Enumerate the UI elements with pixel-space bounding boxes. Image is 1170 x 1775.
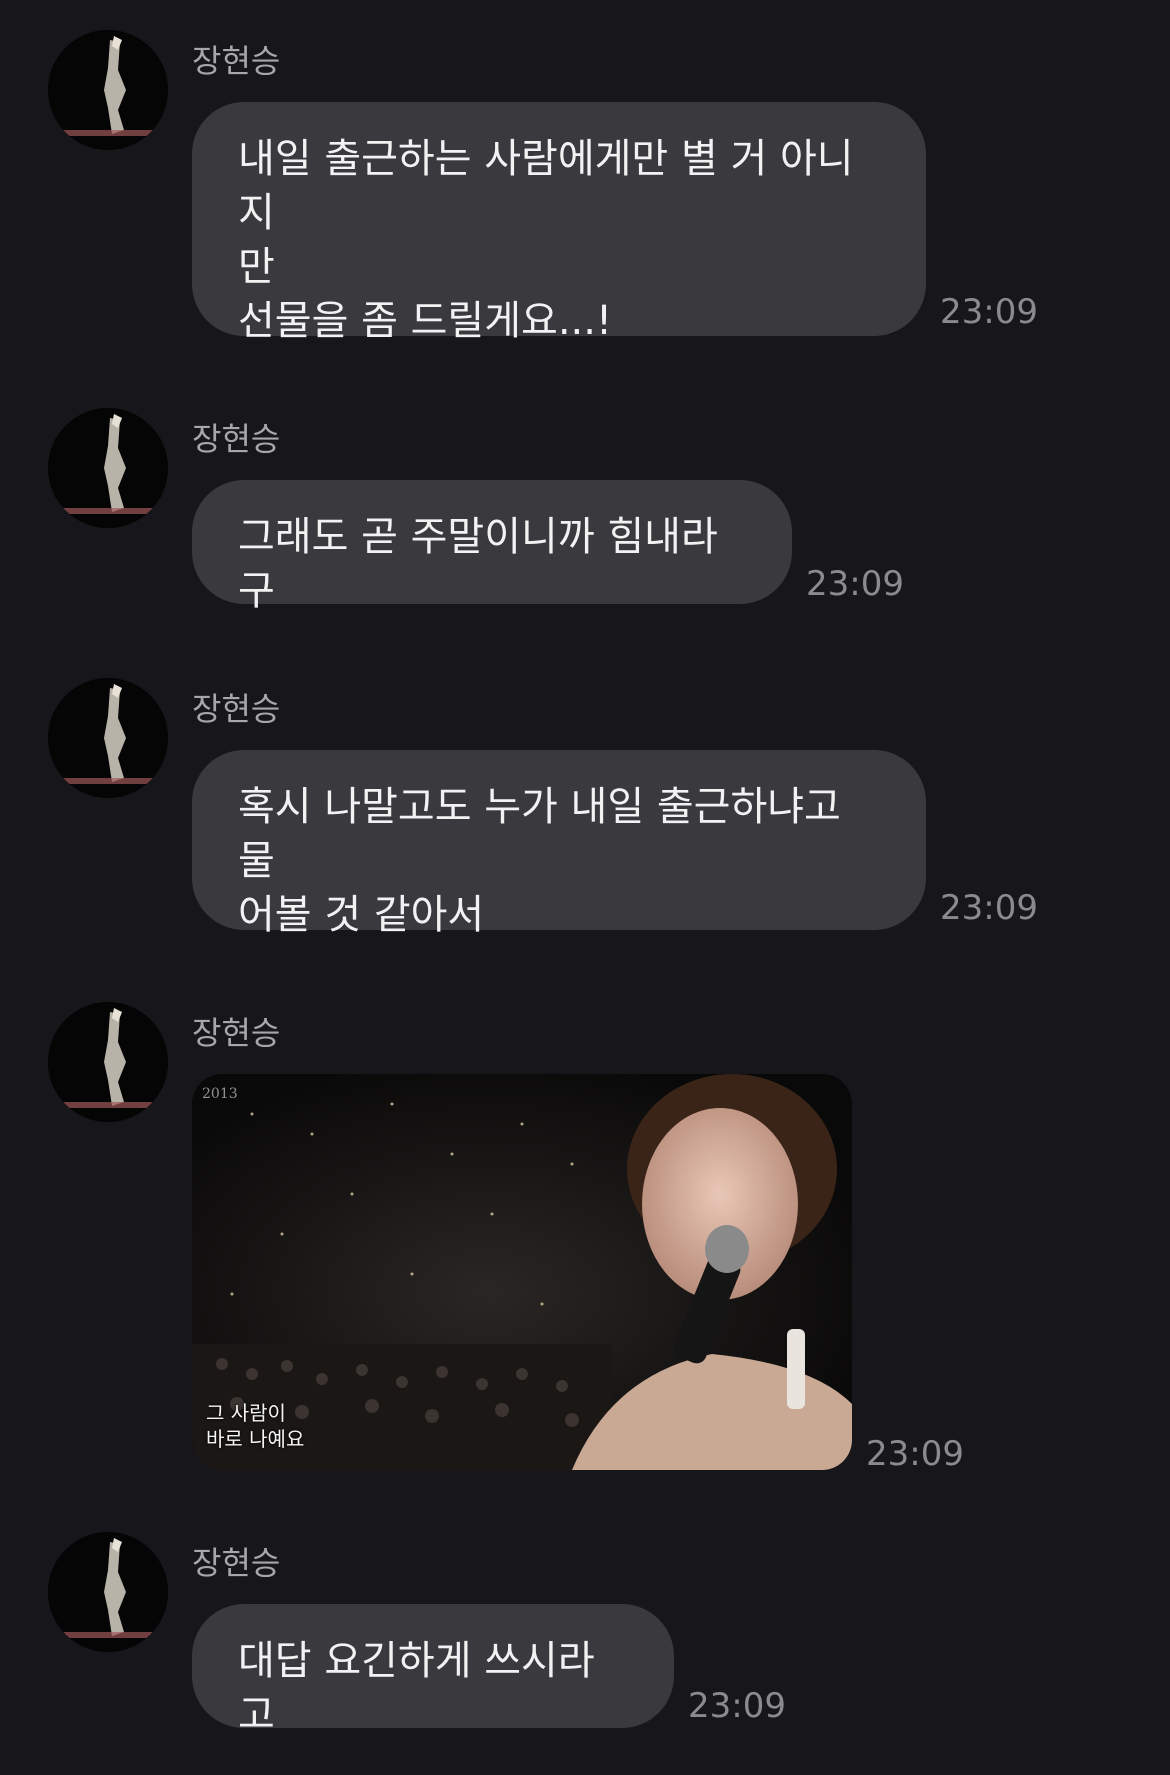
message-bubble[interactable]: 대답 요긴하게 쓰시라고 — [192, 1604, 674, 1738]
photo-subtitle: 그 사람이 바로 나예요 — [206, 1401, 305, 1451]
avatar-figure-icon — [48, 678, 168, 798]
message-time: 23:09 — [940, 888, 1038, 928]
message-time: 23:09 — [940, 292, 1038, 332]
sender-name: 장현승 — [192, 420, 281, 458]
message-time: 23:09 — [806, 564, 904, 604]
sender-name: 장현승 — [192, 1544, 281, 1582]
avatar-figure-icon — [48, 30, 168, 150]
sender-name: 장현승 — [192, 1014, 281, 1052]
avatar-figure-icon — [48, 1532, 168, 1652]
avatar-figure-icon — [48, 1002, 168, 1122]
sender-name: 장현승 — [192, 690, 281, 728]
message-time: 23:09 — [688, 1686, 786, 1726]
avatar-figure-icon — [48, 408, 168, 528]
avatar[interactable] — [48, 30, 168, 150]
avatar[interactable] — [48, 408, 168, 528]
photo-watermark: 2013 — [202, 1086, 238, 1102]
message-bubble[interactable]: 내일 출근하는 사람에게만 별 거 아니지 만 선물을 좀 드릴게요...! — [192, 102, 926, 344]
avatar[interactable] — [48, 678, 168, 798]
message-time: 23:09 — [866, 1434, 964, 1474]
photo-message[interactable]: 2013 그 사람이 바로 나예요 — [192, 1074, 852, 1470]
avatar[interactable] — [48, 1532, 168, 1652]
message-bubble[interactable]: 혹시 나말고도 누가 내일 출근하냐고 물 어볼 것 같아서 — [192, 750, 926, 938]
avatar[interactable] — [48, 1002, 168, 1122]
message-bubble[interactable]: 그래도 곧 주말이니까 힘내라구 — [192, 480, 792, 614]
sender-name: 장현승 — [192, 42, 281, 80]
